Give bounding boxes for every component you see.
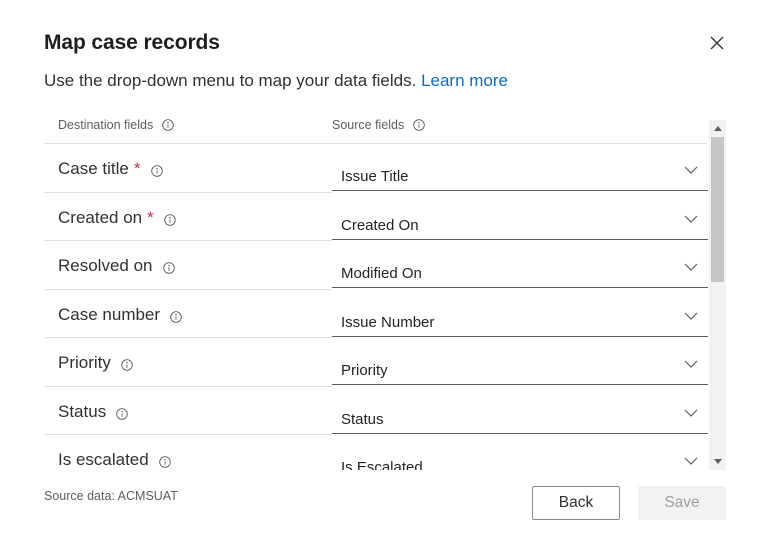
back-button[interactable]: Back bbox=[532, 486, 620, 520]
info-icon[interactable] bbox=[162, 262, 175, 274]
mapping-row: Created on * Created On bbox=[44, 193, 708, 241]
destination-field: Case title * bbox=[58, 159, 163, 179]
close-icon bbox=[710, 36, 724, 50]
destination-field: Resolved on bbox=[58, 256, 175, 276]
info-icon[interactable] bbox=[413, 119, 426, 131]
info-icon[interactable] bbox=[162, 119, 174, 131]
source-field-dropdown[interactable]: Priority bbox=[332, 342, 708, 385]
destination-label: Created on bbox=[58, 207, 143, 227]
destination-label: Case number bbox=[58, 304, 161, 324]
chevron-down-icon bbox=[684, 166, 698, 174]
mapping-row: Status Status bbox=[44, 387, 708, 435]
source-field-dropdown[interactable]: Is Escalated bbox=[332, 439, 708, 470]
mapping-row: Resolved on Modified On bbox=[44, 241, 708, 290]
destination-label: Is escalated bbox=[58, 450, 149, 469]
info-icon[interactable] bbox=[116, 407, 128, 420]
source-field-dropdown[interactable]: Issue Title bbox=[332, 148, 708, 191]
destination-label: Status bbox=[58, 401, 107, 421]
required-marker: * bbox=[147, 207, 154, 227]
source-field-dropdown[interactable]: Modified On bbox=[332, 245, 708, 288]
source-field-value: Modified On bbox=[341, 265, 422, 282]
caret-up-icon bbox=[713, 126, 722, 131]
subtitle-text: Use the drop-down menu to map your data … bbox=[44, 71, 417, 90]
info-icon[interactable] bbox=[158, 456, 171, 468]
source-field-dropdown[interactable]: Issue Number bbox=[332, 294, 708, 337]
mapping-list: Case title * Issue Title Created on * Cr… bbox=[44, 144, 708, 470]
destination-field: Case number bbox=[58, 305, 182, 325]
destination-label: Resolved on bbox=[58, 256, 153, 275]
chevron-down-icon bbox=[684, 457, 698, 465]
destination-header-label: Destination fields bbox=[58, 118, 154, 132]
scroll-up-button[interactable] bbox=[709, 120, 726, 137]
vertical-scrollbar[interactable] bbox=[709, 120, 726, 470]
source-field-value: Issue Number bbox=[341, 313, 435, 331]
source-field-value: Issue Title bbox=[341, 168, 409, 185]
source-field-value: Created On bbox=[341, 216, 419, 234]
mapping-row: Case title * Issue Title bbox=[44, 144, 708, 193]
info-icon[interactable] bbox=[163, 213, 176, 226]
source-field-value: Priority bbox=[341, 362, 388, 379]
info-icon[interactable] bbox=[150, 165, 163, 177]
mapping-row: Priority Priority bbox=[44, 338, 708, 387]
destination-label: Priority bbox=[58, 353, 111, 372]
chevron-down-icon bbox=[684, 360, 698, 368]
mapping-row: Is escalated Is Escalated bbox=[44, 435, 708, 470]
scroll-down-button[interactable] bbox=[709, 453, 726, 470]
caret-down-icon bbox=[713, 459, 722, 464]
chevron-down-icon bbox=[684, 215, 698, 223]
close-button[interactable] bbox=[703, 29, 731, 57]
learn-more-link[interactable]: Learn more bbox=[421, 71, 508, 90]
info-icon[interactable] bbox=[121, 359, 133, 371]
source-field-dropdown[interactable]: Status bbox=[332, 391, 708, 434]
info-icon[interactable] bbox=[170, 310, 182, 323]
chevron-down-icon bbox=[684, 409, 698, 417]
dialog-title: Map case records bbox=[44, 31, 220, 54]
chevron-down-icon bbox=[684, 312, 698, 320]
save-button[interactable]: Save bbox=[638, 486, 726, 520]
source-header-label: Source fields bbox=[332, 118, 405, 132]
destination-field: Status bbox=[58, 402, 128, 422]
dialog-subtitle: Use the drop-down menu to map your data … bbox=[44, 71, 508, 91]
destination-fields-header: Destination fields bbox=[58, 118, 174, 132]
source-field-value: Status bbox=[341, 410, 384, 428]
source-field-value: Is Escalated bbox=[341, 459, 423, 470]
source-field-dropdown[interactable]: Created On bbox=[332, 197, 708, 240]
source-data-label: Source data: ACMSUAT bbox=[44, 489, 178, 503]
destination-field: Priority bbox=[58, 353, 133, 373]
scrollbar-thumb[interactable] bbox=[711, 137, 724, 282]
mapping-row: Case number Issue Number bbox=[44, 290, 708, 338]
source-fields-header: Source fields bbox=[332, 118, 426, 132]
destination-label: Case title bbox=[58, 159, 129, 178]
destination-field: Created on * bbox=[58, 208, 176, 228]
destination-field: Is escalated bbox=[58, 450, 171, 470]
chevron-down-icon bbox=[684, 263, 698, 271]
required-marker: * bbox=[133, 159, 141, 178]
